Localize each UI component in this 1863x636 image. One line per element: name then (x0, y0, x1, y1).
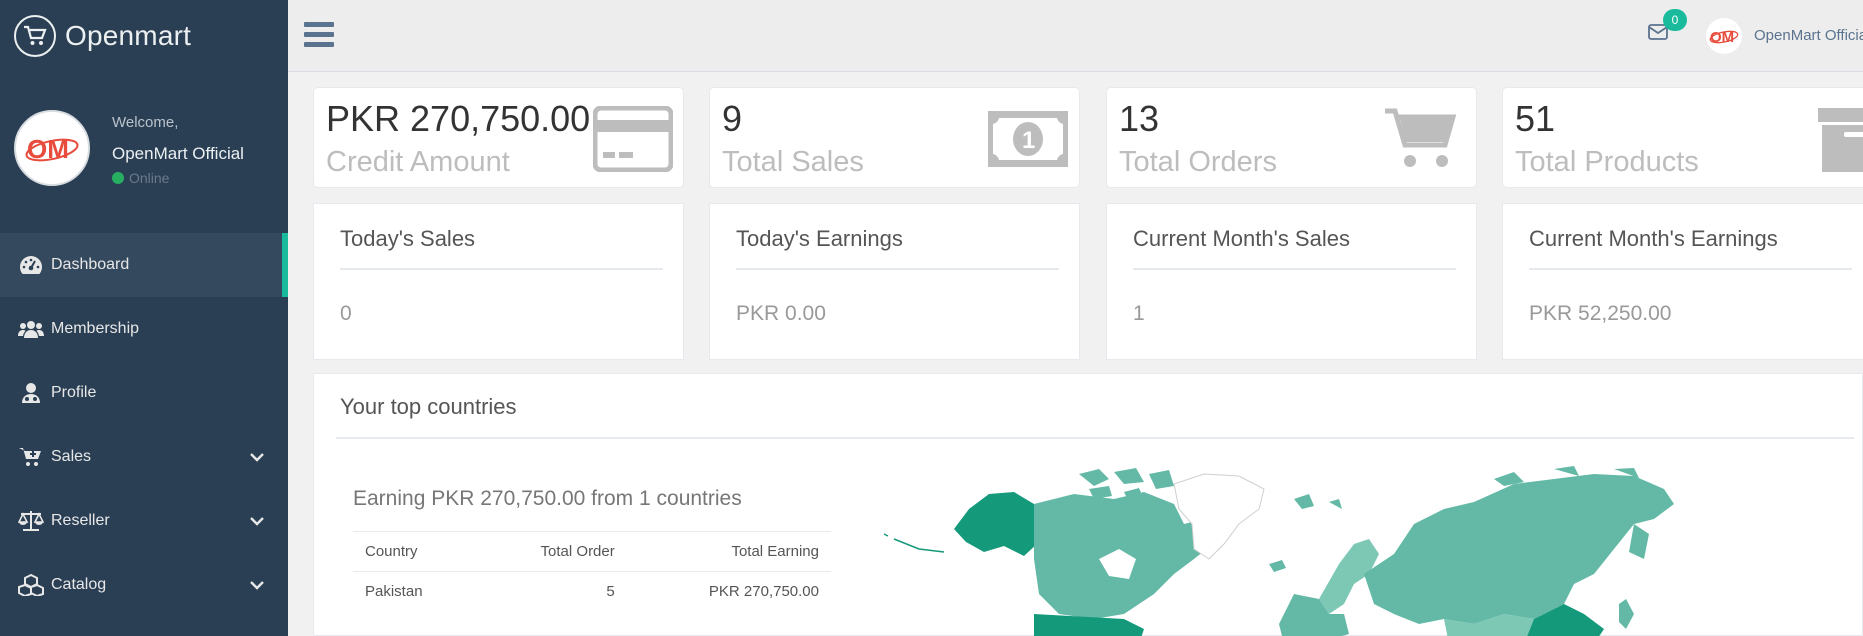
world-map[interactable] (874, 464, 1754, 636)
tile-total-products: 51 Total Products (1502, 87, 1863, 188)
avatar: OM (14, 110, 90, 186)
shopping-cart-icon (1384, 108, 1457, 175)
welcome-text: Welcome, (112, 114, 179, 131)
cart-plus-icon (18, 446, 44, 468)
tile-count: 51 (1515, 98, 1556, 139)
sidebar-menu: Dashboard Membership Profile Sales Resel… (0, 233, 288, 617)
status-indicator: Online (112, 170, 244, 186)
sidebar-item-label: Sales (51, 448, 92, 465)
sidebar-item-label: Catalog (51, 576, 107, 593)
tile-count: PKR 270,750.00 (326, 98, 591, 139)
chevron-down-icon[interactable] (250, 449, 264, 467)
divider (336, 437, 1854, 439)
sidebar-item-catalog[interactable]: Catalog (0, 553, 288, 617)
sidebar-item-label: Reseller (51, 512, 110, 529)
tile-label: Total Sales (722, 146, 864, 178)
countries-table: Country Total Order Total Earning Pakist… (353, 531, 831, 611)
map-region-iceland (1269, 560, 1286, 572)
sidebar-item-reseller[interactable]: Reseller (0, 489, 288, 553)
avatar-text: OM (1710, 29, 1734, 46)
panel-todays-earnings: Today's Earnings PKR 0.00 (709, 203, 1080, 360)
sidebar-item-profile[interactable]: Profile (0, 361, 288, 425)
chevron-down-icon[interactable] (250, 513, 264, 531)
map-region-kamchatka (1629, 524, 1649, 559)
profile-name: OpenMart Official (112, 144, 244, 163)
menu-toggle-icon[interactable] (304, 22, 334, 48)
sidebar-item-label: Profile (51, 384, 97, 401)
table-cell: 5 (477, 571, 627, 611)
divider (1133, 268, 1456, 270)
users-icon (18, 318, 44, 340)
tile-credit-amount: PKR 270,750.00 Credit Amount (313, 87, 684, 188)
tile-label: Total Products (1515, 146, 1699, 178)
top-countries-panel: Your top countries Earning PKR 270,750.0… (313, 373, 1863, 636)
panel-value: 1 (1133, 302, 1145, 325)
chevron-down-icon[interactable] (250, 577, 264, 595)
profile-panel: OM Welcome, OpenMart Official Online (0, 72, 288, 234)
panel-title: Current Month's Earnings (1529, 226, 1778, 251)
table-cell: PKR 270,750.00 (626, 571, 831, 611)
balance-scale-icon (18, 510, 44, 532)
table-header-row: Country Total Order Total Earning (353, 531, 831, 572)
column-header: Country (353, 531, 478, 572)
earning-summary: Earning PKR 270,750.00 from 1 countries (353, 487, 742, 510)
user-menu[interactable]: OpenMart Official (1754, 27, 1863, 44)
tile-label: Credit Amount (326, 146, 510, 178)
top-navbar: 0 OM OpenMart Official (288, 0, 1863, 72)
tile-label: Total Orders (1119, 146, 1277, 178)
panel-value: PKR 52,250.00 (1529, 302, 1672, 325)
divider (1529, 268, 1852, 270)
svg-text:1: 1 (1022, 127, 1035, 154)
notification-badge: 0 (1663, 9, 1687, 31)
panel-title: Today's Earnings (736, 226, 903, 251)
sidebar: Openmart OM Welcome, OpenMart Official O… (0, 0, 288, 636)
panel-title: Today's Sales (340, 226, 476, 251)
tile-total-sales: 9 Total Sales 1 (709, 87, 1080, 188)
map-region-aleutians (883, 533, 945, 553)
map-region-russia (1364, 474, 1674, 624)
panel-todays-sales: Today's Sales 0 (313, 203, 684, 360)
sidebar-item-label: Dashboard (51, 256, 130, 273)
sidebar-item-label: Membership (51, 320, 140, 337)
brand[interactable]: Openmart (0, 0, 288, 72)
tile-count: 13 (1119, 98, 1160, 139)
sidebar-item-dashboard[interactable]: Dashboard (0, 233, 288, 297)
column-header: Total Earning (626, 531, 831, 572)
table-cell: Pakistan (353, 571, 478, 611)
divider (340, 268, 663, 270)
credit-card-icon (592, 105, 674, 177)
panel-value: 0 (340, 302, 352, 325)
online-dot-icon (112, 172, 124, 184)
tile-total-orders: 13 Total Orders (1106, 87, 1477, 188)
divider (736, 268, 1059, 270)
table-row: Pakistan 5 PKR 270,750.00 (353, 571, 831, 611)
map-region-alaska (954, 492, 1039, 556)
map-region-usa (1034, 614, 1144, 636)
tile-count: 9 (722, 98, 743, 139)
dashboard-icon (18, 254, 44, 276)
cart-icon (14, 15, 56, 57)
avatar-text: OM (27, 134, 69, 164)
sidebar-item-membership[interactable]: Membership (0, 297, 288, 361)
panel-title: Your top countries (340, 394, 517, 419)
column-header: Total Order (477, 531, 627, 572)
panel-title: Current Month's Sales (1133, 226, 1350, 251)
panel-value: PKR 0.00 (736, 302, 826, 325)
status-text: Online (129, 170, 170, 186)
map-region-japan (1619, 599, 1634, 629)
brand-name: Openmart (65, 20, 192, 51)
panel-current-month-sales: Current Month's Sales 1 (1106, 203, 1477, 360)
sidebar-item-sales[interactable]: Sales (0, 425, 288, 489)
money-icon: 1 (987, 110, 1069, 173)
map-region-svalbard (1294, 494, 1342, 509)
map-region-arctic-islands (1079, 468, 1174, 502)
archive-icon (1818, 106, 1863, 179)
panel-current-month-earnings: Current Month's Earnings PKR 52,250.00 (1502, 203, 1863, 360)
user-avatar[interactable]: OM (1706, 18, 1742, 54)
user-md-icon (18, 382, 44, 404)
cubes-icon (18, 574, 44, 596)
